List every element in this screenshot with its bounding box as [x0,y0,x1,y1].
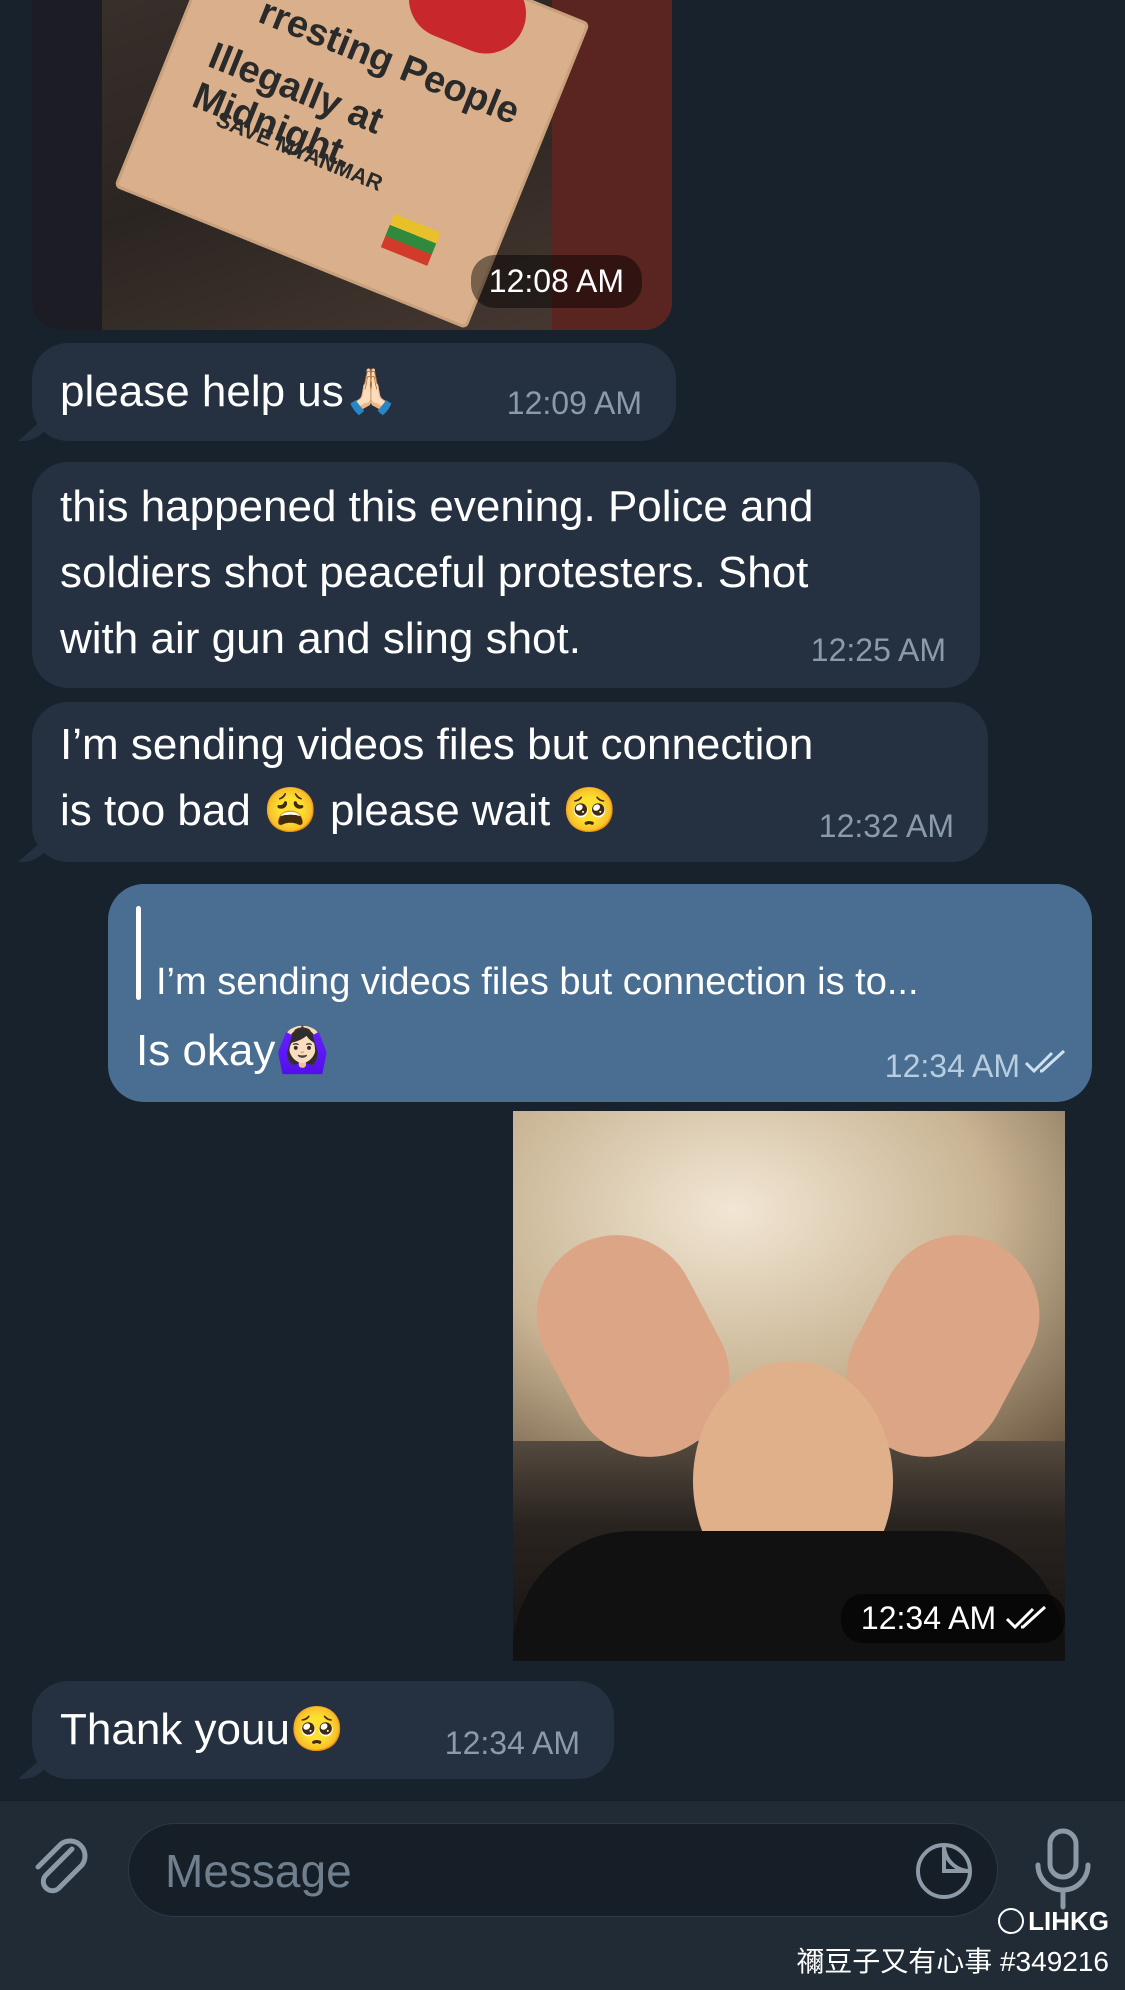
message-text: Thank youu🥺 [60,1705,345,1754]
incoming-message[interactable]: this happened this evening. Police and s… [32,462,980,688]
chat-history[interactable]: rresting People Illegally at Midnight. S… [0,0,1125,1800]
watermark-brand-text: LIHKG [1028,1906,1109,1936]
reply-preview[interactable]: I’m sending videos files but connection … [156,962,919,1002]
message-time: 12:08 AM [470,255,642,308]
message-time: 12:34 AM [444,1725,580,1761]
incoming-message[interactable]: I’m sending videos files but connection … [32,702,988,862]
myanmar-flag [380,213,441,266]
outgoing-video-message[interactable]: 12:34 AM [513,1111,1065,1661]
message-time: 12:09 AM [506,385,642,421]
reply-indicator [136,906,141,1000]
incoming-message[interactable]: Thank youu🥺 12:34 AM [32,1681,614,1779]
message-time: 12:25 AM [810,632,946,668]
photo-content [32,0,102,330]
incoming-photo-message[interactable]: rresting People Illegally at Midnight. S… [32,0,672,330]
watermark-caption: 禰豆子又有心事 #349216 [796,1946,1109,1977]
incoming-message[interactable]: please help us🙏🏻 12:09 AM [32,343,676,441]
message-time: 12:34 AM [860,1600,997,1636]
outgoing-message[interactable]: I’m sending videos files but connection … [108,884,1092,1102]
message-text: please help us🙏🏻 [60,367,399,416]
message-time: 12:34 AM [884,1048,1020,1084]
watermark-brand: LIHKG [998,1906,1109,1937]
message-text: this happened this evening. Police and s… [60,482,814,663]
video-time: 12:34 AM [840,1594,1065,1643]
smiley-icon [998,1908,1025,1934]
double-check-icon [1024,1048,1068,1084]
microphone-icon[interactable] [1028,1827,1098,1913]
message-text: Is okay🙆🏻‍♀️ [136,1026,331,1075]
message-placeholder: Message [165,1845,352,1897]
sticker-icon[interactable] [911,1838,977,1904]
paperclip-icon[interactable] [26,1831,98,1903]
message-input[interactable]: Message [128,1823,998,1917]
double-check-icon [1005,1605,1047,1630]
message-text: I’m sending videos files but connection … [60,720,814,835]
message-time: 12:32 AM [818,808,954,844]
